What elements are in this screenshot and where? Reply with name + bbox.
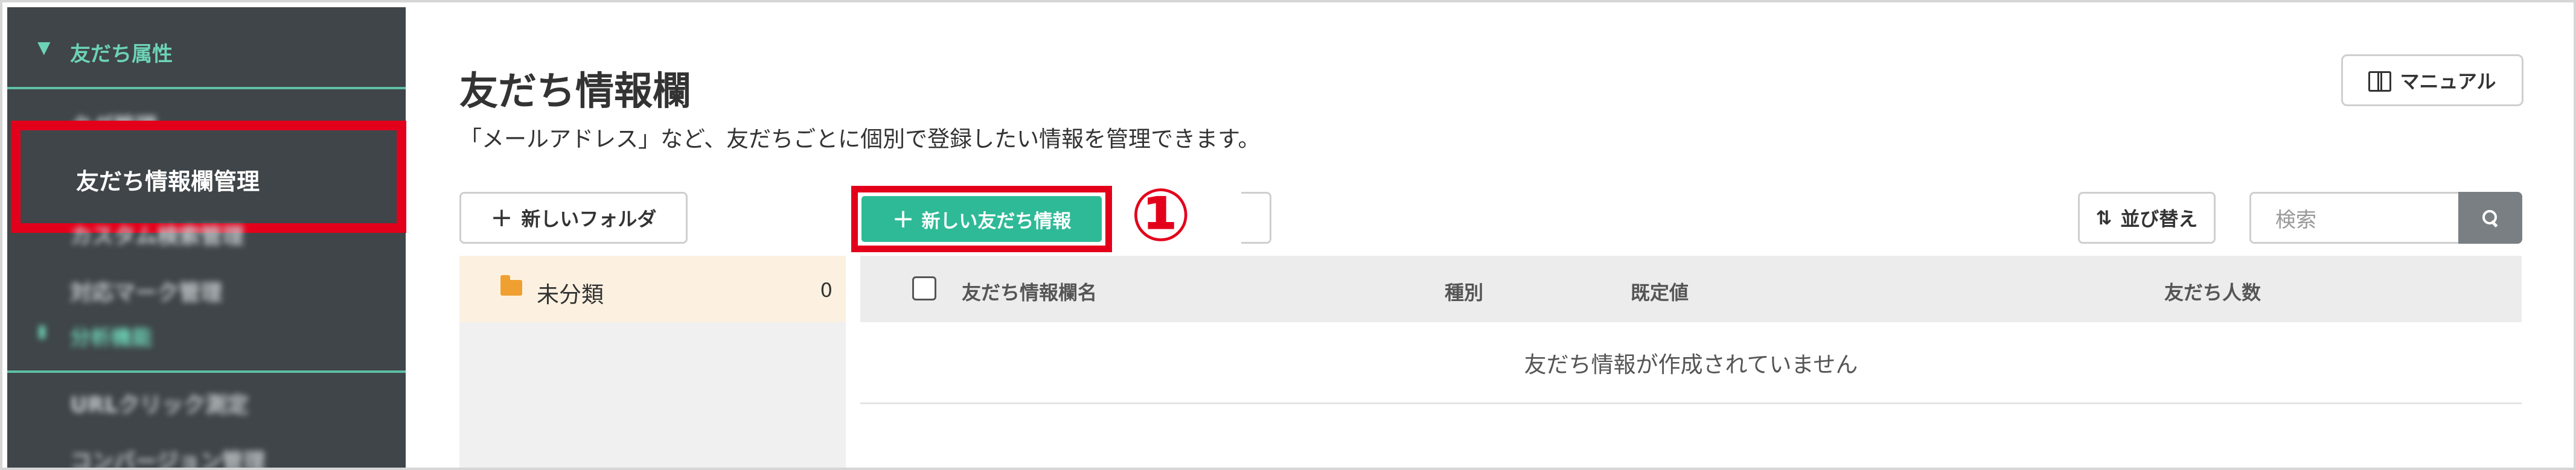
sidebar-item-label: カスタム検索管理 [70, 224, 244, 249]
new-folder-button[interactable]: + 新しいフォルダ [459, 192, 688, 244]
sort-icon: ⇅ [2095, 206, 2112, 229]
search-button[interactable] [2458, 192, 2522, 244]
sidebar-item-conversion-management[interactable]: コンバージョン管理 [7, 427, 406, 470]
manual-button[interactable]: マニュアル [2341, 54, 2523, 106]
page-description: 「メールアドレス」など、友だちごとに個別で登録したい情報を管理できます。 [459, 126, 1261, 152]
new-friend-info-label: 新しい友だち情報 [921, 210, 1072, 232]
empty-message: 友だち情報が作成されていません [860, 322, 2522, 404]
sidebar-item-label: URLクリック測定 [70, 393, 249, 418]
book-icon [2368, 71, 2392, 92]
sidebar-item-custom-search-management[interactable]: カスタム検索管理 [7, 202, 406, 258]
app-frame: ▼ 友だち属性 タグ管理 友だち情報欄管理 カスタム検索管理 対応マーク管理 ▮… [0, 0, 2576, 470]
manual-button-label: マニュアル [2400, 70, 2496, 93]
sidebar-item-label: コンバージョン管理 [70, 449, 266, 470]
folder-name: 未分類 [537, 282, 604, 308]
plus-icon: + [892, 203, 915, 234]
sidebar: ▼ 友だち属性 タグ管理 友だち情報欄管理 カスタム検索管理 対応マーク管理 ▮… [7, 7, 406, 470]
sidebar-item-url-click-measurement[interactable]: URLクリック測定 [7, 370, 406, 427]
search-placeholder: 検索 [2275, 208, 2316, 232]
sidebar-section-label: 友だち属性 [70, 42, 173, 66]
folder-item[interactable]: 未分類 0 [459, 256, 846, 322]
column-header-default[interactable]: 既定値 [1631, 278, 1689, 305]
column-header-name[interactable]: 友だち情報欄名 [962, 278, 1097, 305]
filter-icon: ▼ [37, 37, 51, 57]
table-header: 友だち情報欄名 種別 既定値 友だち人数 [860, 256, 2522, 322]
sidebar-section-label: 分析機能 [70, 326, 152, 350]
chart-icon: ▮ [37, 321, 47, 341]
sidebar-item-label: 友だち情報欄管理 [76, 168, 260, 195]
new-friend-info-button[interactable]: + 新しい友だち情報 [861, 196, 1102, 242]
page-title: 友だち情報欄 [459, 69, 691, 114]
friend-info-table: 友だち情報欄名 種別 既定値 友だち人数 友だち情報が作成されていません [860, 256, 2522, 468]
new-folder-label: 新しいフォルダ [521, 208, 657, 230]
sidebar-section-friend-attributes[interactable]: ▼ 友だち属性 [7, 7, 406, 89]
highlight-frame: + 新しい友だち情報 [851, 186, 1112, 252]
folder-count: 0 [820, 279, 833, 302]
search-input[interactable]: 検索 [2249, 192, 2461, 244]
folder-icon [500, 275, 522, 296]
sort-button[interactable]: ⇅ 並び替え [2078, 192, 2216, 244]
folder-list: 未分類 0 [459, 256, 846, 468]
search-icon [2482, 210, 2498, 226]
column-header-type[interactable]: 種別 [1445, 278, 1483, 305]
select-all-checkbox[interactable] [912, 276, 936, 300]
sidebar-section-analysis[interactable]: ▮ 分析機能 [7, 291, 406, 373]
step-number: ① [1130, 174, 1192, 258]
sort-label: 並び替え [2120, 208, 2198, 230]
plus-icon: + [490, 202, 513, 233]
column-header-friend-count[interactable]: 友だち人数 [2164, 278, 2261, 305]
